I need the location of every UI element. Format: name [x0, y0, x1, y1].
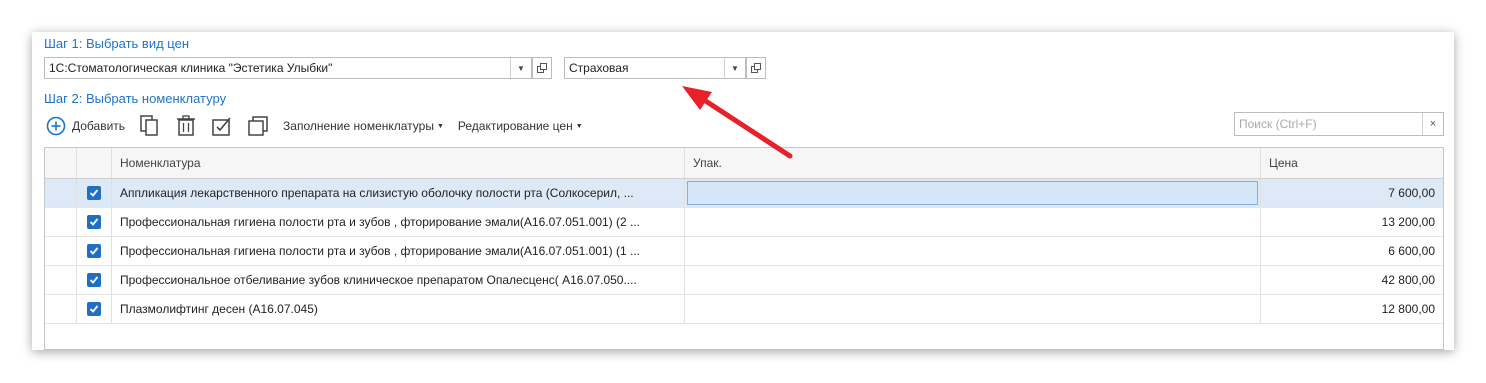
annotation-arrow [682, 86, 793, 159]
